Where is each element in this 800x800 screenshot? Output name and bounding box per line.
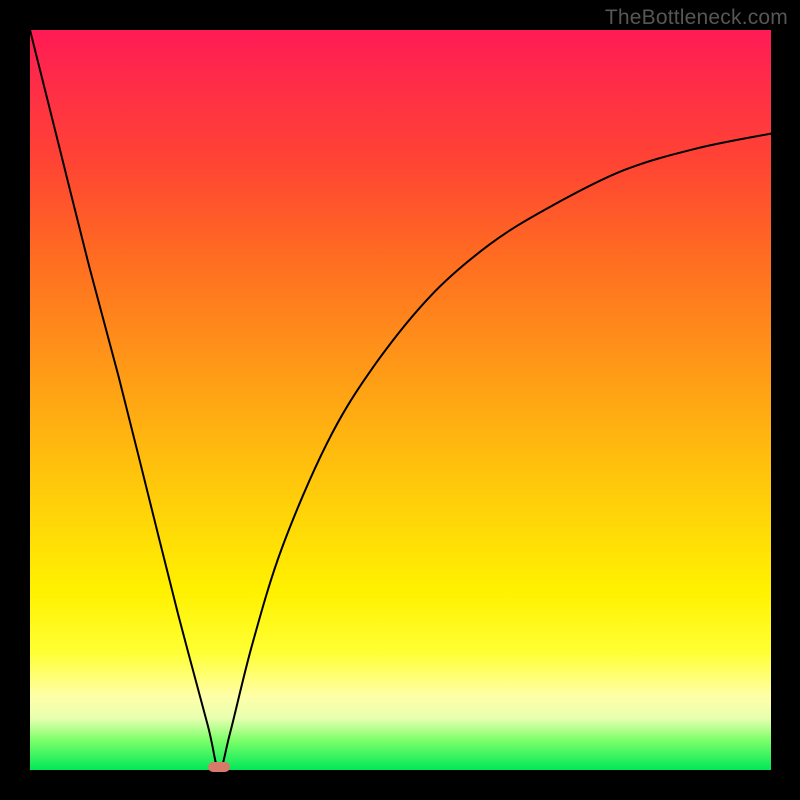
plot-area [30, 30, 771, 770]
watermark-text: TheBottleneck.com [605, 6, 788, 30]
bottleneck-curve [30, 30, 771, 770]
curve-path [30, 30, 771, 770]
min-marker [208, 762, 230, 772]
chart-frame: TheBottleneck.com [0, 0, 800, 800]
